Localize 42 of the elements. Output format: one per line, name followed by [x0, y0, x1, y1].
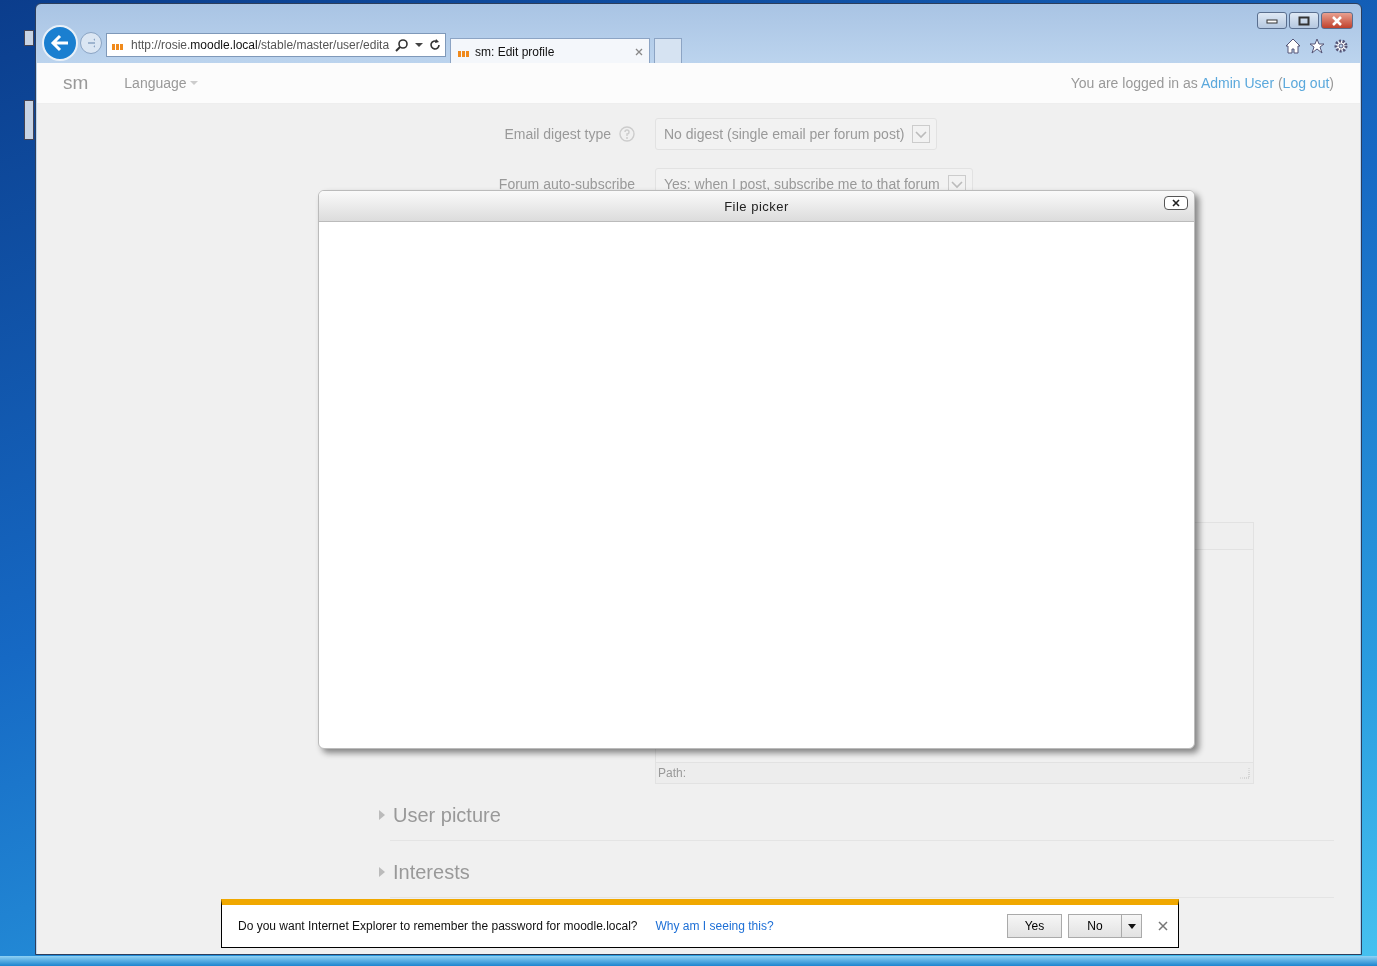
login-info: You are logged in as Admin User (Log out)	[1070, 75, 1334, 91]
refresh-icon[interactable]	[429, 39, 441, 51]
section-heading[interactable]: Interests	[393, 860, 470, 884]
minimize-icon	[1266, 17, 1278, 24]
close-button[interactable]	[1164, 196, 1188, 210]
maximize-icon	[1298, 15, 1310, 26]
search-icon[interactable]	[395, 38, 410, 52]
select-field[interactable]: No digest (single email per forum post)	[655, 118, 938, 150]
url-text: http://rosie.moodle.local/stable/master/user/edita	[130, 38, 390, 52]
settings-icon[interactable]	[1333, 38, 1349, 54]
minimize-button[interactable]	[1257, 12, 1287, 29]
notification-message: Do you want Internet Explorer to remember the password for moodle.local?	[238, 919, 638, 933]
path-label: Path:	[658, 766, 687, 780]
close-icon	[1331, 15, 1343, 26]
shortcut-icon[interactable]	[24, 30, 34, 46]
dropdown-button[interactable]	[1122, 914, 1142, 938]
dialog-title: File picker	[724, 198, 789, 214]
site-brand[interactable]: sm	[63, 72, 89, 94]
caret-icon	[1127, 923, 1136, 929]
star-icon[interactable]	[1309, 38, 1325, 54]
field-label: Email digest type	[504, 126, 611, 142]
resize-grip-icon[interactable]	[1237, 766, 1251, 780]
maximize-button[interactable]	[1289, 12, 1319, 29]
shortcut-icon[interactable]	[24, 100, 34, 140]
caret-icon	[189, 80, 198, 86]
caret-icon[interactable]	[415, 42, 424, 48]
back-button[interactable]	[42, 25, 78, 61]
logout-link[interactable]: Log out	[1282, 75, 1330, 91]
user-link[interactable]: Admin User	[1200, 75, 1275, 91]
close-icon[interactable]	[1158, 921, 1168, 931]
help-link[interactable]: Why am I seeing this?	[655, 919, 774, 933]
chevron-icon	[912, 125, 931, 143]
yes-button[interactable]: Yes	[1007, 914, 1062, 938]
address-bar[interactable]: http://rosie.moodle.local/stable/master/user/edita	[106, 33, 446, 57]
language-menu[interactable]: Language	[124, 75, 198, 91]
no-button[interactable]: No	[1068, 914, 1122, 938]
field-label: Forum auto-subscribe	[498, 176, 635, 192]
close-icon[interactable]	[635, 47, 643, 56]
close-icon	[1172, 199, 1180, 207]
browser-tab[interactable]: sm: Edit profile	[450, 38, 650, 64]
home-icon[interactable]	[1285, 38, 1301, 54]
section-heading[interactable]: User picture	[393, 803, 501, 827]
